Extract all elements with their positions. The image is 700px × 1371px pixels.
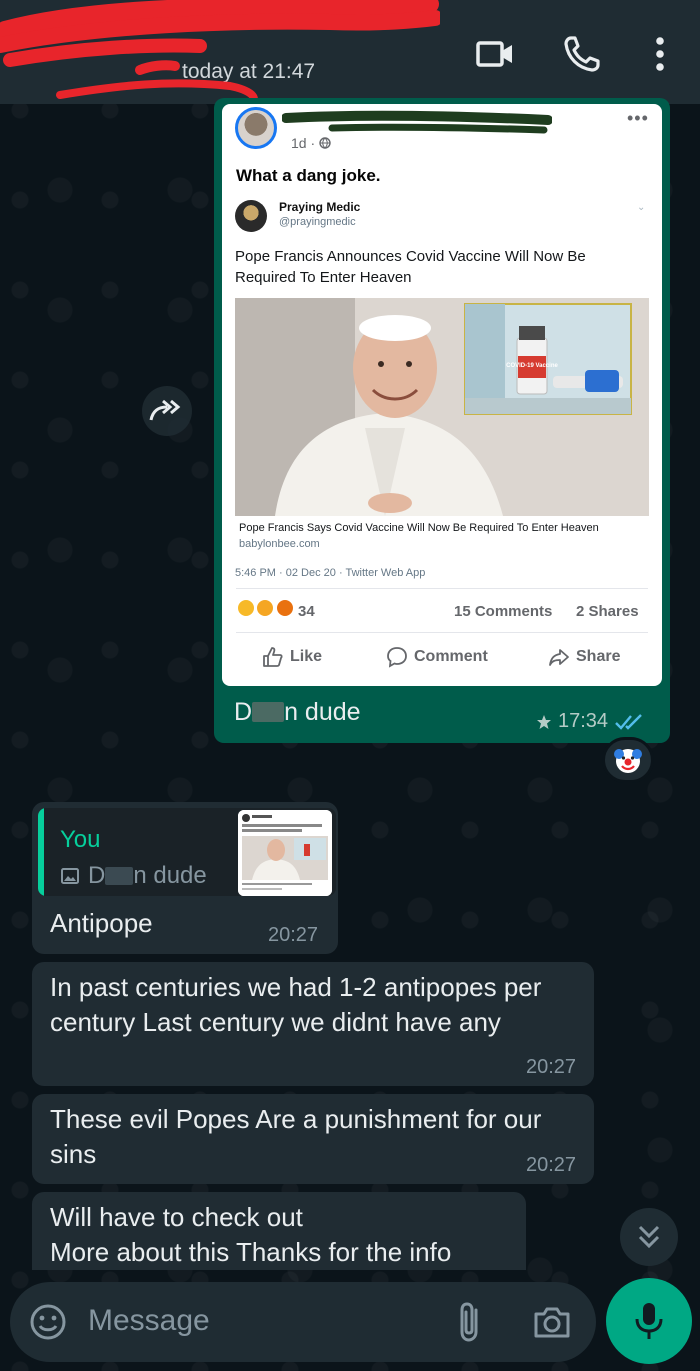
pope-illustration: COVID-19 Vaccine — [235, 298, 649, 516]
incoming-text-message[interactable]: In past centuries we had 1-2 antipopes p… — [32, 962, 594, 1086]
message-composer[interactable]: Message — [10, 1282, 596, 1362]
image-icon — [61, 868, 79, 884]
star-icon — [537, 714, 551, 729]
attach-icon[interactable] — [450, 1300, 490, 1344]
divider — [236, 588, 648, 589]
tweet-handle: @prayingmedic — [279, 216, 356, 228]
shared-facebook-post-image[interactable]: ••• 1d · What a dang joke. Praying Medic… — [222, 104, 662, 686]
thumbs-up-icon — [263, 647, 283, 667]
share-action: Share — [548, 646, 620, 668]
message-time: 20:27 — [526, 1056, 577, 1078]
message-meta: 17:34 — [536, 710, 644, 733]
post-text: What a dang joke. — [236, 166, 381, 185]
vial-label: COVID-19 Vaccine — [506, 363, 558, 369]
wow-icon — [255, 598, 276, 618]
link-card-title: Pope Francis Says Covid Vaccine Will Now… — [239, 522, 599, 534]
message-input[interactable]: Message — [88, 1304, 210, 1338]
reaction-count: 34 — [298, 603, 315, 620]
haha-icon — [236, 598, 256, 618]
chevron-down-icon: ⌄ — [637, 202, 646, 213]
video-call-icon[interactable] — [475, 34, 515, 74]
poster-avatar — [235, 107, 277, 149]
tweet-avatar — [235, 200, 267, 232]
globe-icon — [319, 137, 331, 149]
more-options-icon[interactable] — [640, 34, 680, 74]
angry-icon — [274, 598, 295, 618]
double-check-read-icon — [615, 713, 642, 730]
microphone-icon — [635, 1303, 663, 1339]
voice-message-button[interactable] — [606, 1278, 692, 1364]
tweet-author-name: Praying Medic — [279, 200, 361, 214]
message-reaction[interactable] — [602, 737, 654, 783]
camera-icon[interactable] — [530, 1300, 574, 1344]
message-time: 17:34 — [558, 710, 609, 732]
comment-icon — [387, 647, 407, 668]
share-count: 2 Shares — [576, 603, 639, 620]
comment-action: Comment — [386, 646, 488, 668]
divider — [236, 632, 648, 633]
post-options-icon: ••• — [627, 108, 649, 128]
scroll-to-bottom-button[interactable] — [620, 1208, 678, 1266]
censored-blur — [252, 702, 285, 722]
message-text: These evil Popes Are a punishment for ou… — [50, 1104, 542, 1169]
image-caption: Dn dude — [234, 698, 361, 726]
incoming-text-message[interactable]: These evil Popes Are a punishment for ou… — [32, 1094, 594, 1184]
embedded-tweet: Praying Medic @prayingmedic ⌄ Pope Franc… — [235, 194, 650, 584]
voice-call-icon[interactable] — [562, 34, 602, 74]
green-scribble-redaction — [282, 110, 552, 134]
pope-vaccine-image: COVID-19 Vaccine — [235, 298, 649, 516]
forward-icon — [149, 399, 181, 421]
quote-author: You — [60, 826, 101, 853]
censored-blur — [105, 867, 134, 885]
message-text-line: More about this Thanks for the info — [50, 1237, 452, 1267]
share-icon — [549, 649, 569, 666]
quote-accent-bar — [38, 808, 44, 896]
forward-button[interactable] — [142, 386, 192, 436]
double-chevron-down-icon — [638, 1225, 660, 1249]
message-time: 20:27 — [526, 1154, 577, 1176]
quote-text: Dn dude — [60, 862, 207, 890]
incoming-reply-message[interactable]: You Dn dude Antipope 20:27 — [32, 802, 338, 954]
reaction-icons — [236, 598, 295, 618]
message-text: Antipope — [50, 908, 153, 938]
tweet-headline: Pope Francis Announces Covid Vaccine Wil… — [235, 248, 586, 286]
quoted-image-thumbnail — [238, 810, 332, 896]
link-card-domain: babylonbee.com — [239, 538, 320, 550]
message-text-line: Will have to check out — [50, 1202, 303, 1232]
quoted-message[interactable]: You Dn dude — [38, 808, 336, 896]
like-action: Like — [262, 646, 322, 668]
emoji-icon[interactable] — [28, 1302, 68, 1342]
post-time: 1d · — [291, 135, 331, 151]
message-time: 20:27 — [268, 924, 319, 946]
chat-header[interactable]: today at 21:47 — [0, 0, 700, 108]
message-text: In past centuries we had 1-2 antipopes p… — [50, 972, 542, 1037]
comment-count: 15 Comments — [454, 603, 553, 620]
outgoing-image-message[interactable]: ••• 1d · What a dang joke. Praying Medic… — [214, 98, 670, 743]
red-scribble-redaction — [0, 0, 440, 108]
incoming-text-message[interactable]: Will have to check out More about this T… — [32, 1192, 526, 1270]
tweet-meta: 5:46 PM · 02 Dec 20 · Twitter Web App — [235, 567, 426, 579]
clown-face-icon — [614, 749, 642, 773]
